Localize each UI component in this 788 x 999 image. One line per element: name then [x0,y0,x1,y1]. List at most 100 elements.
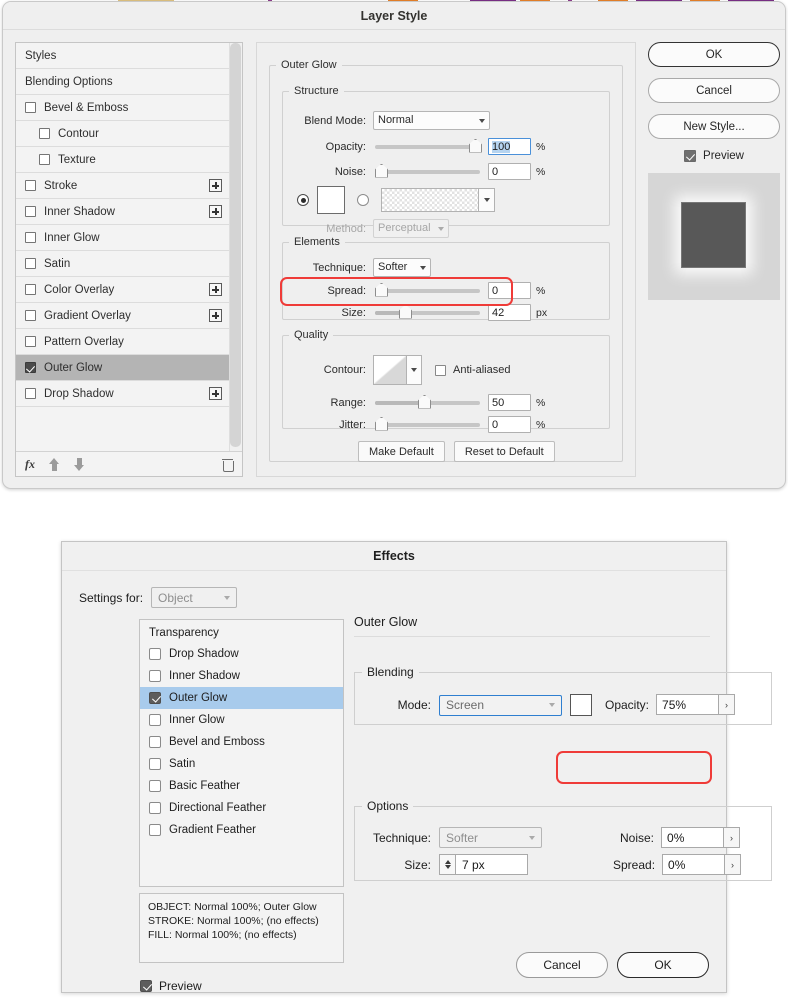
anti-aliased-checkbox[interactable] [435,364,446,376]
blend-mode-select[interactable]: Normal [373,111,490,130]
effects-list-item-checkbox[interactable] [149,802,161,814]
add-effect-icon[interactable] [209,387,222,400]
effects-list-item[interactable]: Outer Glow [140,687,343,709]
styles-list-item-checkbox[interactable] [25,258,36,269]
effects-list-item[interactable]: Gradient Feather [140,819,343,841]
styles-list-item[interactable]: Satin [16,251,231,277]
opacity-slider[interactable] [375,144,480,149]
effects-list-item[interactable]: Directional Feather [140,797,343,819]
gradient-swatch[interactable] [381,188,479,212]
contour-preview[interactable] [373,355,407,385]
gradient-picker[interactable] [381,188,495,212]
size-input[interactable]: 42 [488,304,531,321]
effects-list-item-checkbox[interactable] [149,736,161,748]
cancel-button[interactable]: Cancel [648,78,780,103]
blend-mode-select[interactable]: Screen [439,694,562,716]
opacity-field[interactable]: 75% › [656,694,736,715]
size-slider[interactable] [375,310,480,315]
gradient-radio[interactable] [357,194,369,206]
styles-list-item-checkbox[interactable] [25,388,36,399]
effects-list-item-checkbox[interactable] [149,758,161,770]
styles-list-item[interactable]: Inner Glow [16,225,231,251]
ok-button[interactable]: OK [617,952,709,978]
effects-list-item[interactable]: Inner Glow [140,709,343,731]
noise-slider[interactable] [375,169,480,174]
styles-list-item-checkbox[interactable] [25,232,36,243]
range-slider-knob[interactable] [418,395,429,407]
arrow-down-icon[interactable] [74,457,85,471]
styles-list-item[interactable]: Stroke [16,173,231,199]
scrollbar-thumb[interactable] [230,43,241,447]
styles-list-item[interactable]: Color Overlay [16,277,231,303]
ok-button[interactable]: OK [648,42,780,67]
effects-list-item-checkbox[interactable] [149,692,161,704]
styles-list-item-checkbox[interactable] [25,336,36,347]
styles-list-item[interactable]: Contour [16,121,231,147]
effects-list-item[interactable]: Basic Feather [140,775,343,797]
effects-list-item-checkbox[interactable] [149,714,161,726]
new-style-button[interactable]: New Style... [648,114,780,139]
size-field[interactable]: 7 px [439,854,528,875]
styles-list-item[interactable]: Texture [16,147,231,173]
spread-stepper[interactable]: › [724,854,742,875]
effects-list-item[interactable]: Satin [140,753,343,775]
spread-slider-knob[interactable] [375,283,386,295]
noise-field[interactable]: 0% › [661,827,741,848]
styles-list-item[interactable]: Bevel & Emboss [16,95,231,121]
effects-preview-toggle-row[interactable]: Preview [140,979,202,993]
opacity-input[interactable]: 100 [488,138,531,155]
add-effect-icon[interactable] [209,205,222,218]
range-slider[interactable] [375,400,480,405]
styles-list-item[interactable]: Blending Options [16,69,231,95]
effects-preview-checkbox[interactable] [140,980,152,992]
make-default-button[interactable]: Make Default [358,441,445,462]
settings-for-select[interactable]: Object [151,587,238,608]
size-slider-knob[interactable] [399,305,410,317]
preview-checkbox[interactable] [684,150,697,162]
opacity-stepper[interactable]: › [718,694,736,715]
spread-slider[interactable] [375,288,480,293]
technique-select[interactable]: Softer [373,258,431,277]
cancel-button[interactable]: Cancel [516,952,608,978]
effects-list-item-checkbox[interactable] [149,780,161,792]
contour-picker[interactable] [373,355,422,385]
trash-icon[interactable] [222,458,234,472]
jitter-slider[interactable] [375,422,480,427]
styles-list-scrollbar[interactable] [229,43,242,451]
add-effect-icon[interactable] [209,283,222,296]
styles-list-item[interactable]: Gradient Overlay [16,303,231,329]
styles-list-item[interactable]: Styles [16,43,231,69]
styles-list-item[interactable]: Outer Glow [16,355,231,381]
jitter-input[interactable]: 0 [488,416,531,433]
styles-list-item-checkbox[interactable] [25,310,36,321]
styles-list-item-checkbox[interactable] [25,180,36,191]
effects-list-item-checkbox[interactable] [149,670,161,682]
styles-list-item-checkbox[interactable] [39,154,50,165]
reset-to-default-button[interactable]: Reset to Default [453,441,555,462]
styles-list-item[interactable]: Drop Shadow [16,381,231,407]
styles-list-item[interactable]: Inner Shadow [16,199,231,225]
effects-list-item-checkbox[interactable] [149,648,161,660]
noise-slider-knob[interactable] [375,164,386,176]
styles-list-item-checkbox[interactable] [25,284,36,295]
styles-list-item-checkbox[interactable] [39,128,50,139]
contour-dropdown-button[interactable] [407,355,422,385]
effects-list-item-checkbox[interactable] [149,824,161,836]
effects-list-item[interactable]: Drop Shadow [140,643,343,665]
styles-list-item[interactable]: Pattern Overlay [16,329,231,355]
gradient-dropdown-button[interactable] [479,188,495,212]
preview-toggle-row[interactable]: Preview [648,150,780,162]
styles-list-item-checkbox[interactable] [25,102,36,113]
size-spinner[interactable] [439,854,455,875]
glow-color-swatch[interactable] [570,694,592,716]
jitter-slider-knob[interactable] [375,417,386,429]
solid-color-radio[interactable] [297,194,309,206]
arrow-up-icon[interactable] [49,457,60,471]
effects-list-item[interactable]: Bevel and Emboss [140,731,343,753]
styles-list-item-checkbox[interactable] [25,362,36,373]
noise-input[interactable]: 0 [488,163,531,180]
spread-input[interactable]: 0 [488,282,531,299]
styles-list-item-checkbox[interactable] [25,206,36,217]
glow-color-swatch[interactable] [317,186,345,214]
noise-stepper[interactable]: › [723,827,741,848]
